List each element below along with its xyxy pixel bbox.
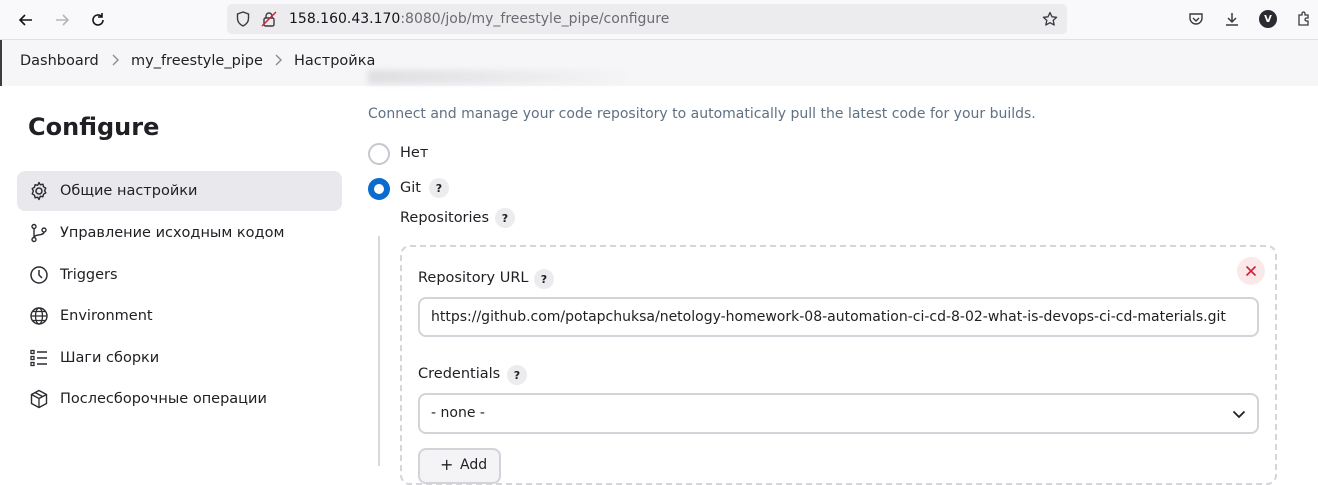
- credentials-selected-value: - none -: [431, 405, 485, 421]
- sidebar-item-label: Environment: [60, 308, 153, 324]
- radio-none-label[interactable]: Нет: [400, 145, 428, 161]
- url-host: 158.160.43.170: [289, 11, 401, 27]
- downloads-icon[interactable]: [1222, 9, 1242, 29]
- repository-block: [400, 245, 1277, 485]
- back-icon[interactable]: [13, 7, 39, 33]
- branch-icon: [28, 222, 50, 244]
- close-icon: [1245, 265, 1257, 277]
- help-credentials-icon[interactable]: ?: [507, 365, 527, 385]
- insecure-lock-icon[interactable]: [261, 11, 277, 27]
- sidebar-item-environment[interactable]: Environment: [17, 296, 342, 336]
- scm-description: Connect and manage your code repository …: [368, 106, 1036, 122]
- sidebar-item-post-build[interactable]: Послесборочные операции: [17, 379, 342, 419]
- repositories-label: Repositories: [400, 210, 490, 226]
- list-icon: [28, 347, 50, 369]
- sidebar-item-label: Triggers: [60, 267, 118, 283]
- gear-icon: [28, 180, 50, 202]
- section-heading-faded: [368, 70, 638, 84]
- package-icon: [28, 388, 50, 410]
- breadcrumb-job[interactable]: my_freestyle_pipe: [131, 53, 263, 69]
- sidebar-item-scm[interactable]: Управление исходным кодом: [17, 213, 342, 253]
- chevron-down-icon: [1231, 406, 1247, 422]
- help-repo-url-icon[interactable]: ?: [534, 269, 554, 289]
- sidebar-item-label: Послесборочные операции: [60, 391, 267, 407]
- add-credentials-button[interactable]: + Add: [418, 448, 501, 484]
- globe-icon: [28, 305, 50, 327]
- radio-git[interactable]: [368, 178, 390, 200]
- repo-url-label: Repository URL: [418, 270, 529, 286]
- add-button-label: Add: [460, 457, 488, 473]
- chevron-right-icon: [274, 54, 282, 70]
- url-path: :8080/job/my_freestyle_pipe/configure: [400, 11, 670, 27]
- sidebar-item-label: Управление исходным кодом: [60, 225, 285, 241]
- radio-git-label[interactable]: Git: [400, 180, 421, 196]
- help-git-icon[interactable]: ?: [429, 178, 449, 198]
- credentials-select[interactable]: - none -: [418, 393, 1259, 434]
- extensions-icon[interactable]: [1294, 9, 1314, 29]
- sidebar-item-general[interactable]: Общие настройки: [17, 171, 342, 211]
- browser-toolbar: 158.160.43.170:8080/job/my_freestyle_pip…: [0, 0, 1318, 40]
- repo-url-input[interactable]: https://github.com/potapchuksa/netology-…: [418, 297, 1259, 337]
- credentials-label: Credentials: [418, 366, 501, 382]
- url-text: 158.160.43.170:8080/job/my_freestyle_pip…: [289, 11, 669, 27]
- remove-repository-button[interactable]: [1237, 257, 1265, 285]
- chevron-right-icon: [111, 54, 119, 70]
- help-repositories-icon[interactable]: ?: [495, 208, 515, 228]
- forward-icon[interactable]: [49, 7, 75, 33]
- avatar-letter: V: [1259, 10, 1277, 28]
- sidebar-item-triggers[interactable]: Triggers: [17, 255, 342, 295]
- plus-icon: +: [440, 455, 454, 474]
- radio-none[interactable]: [368, 143, 390, 165]
- sidebar-item-label: Общие настройки: [60, 183, 198, 199]
- account-avatar[interactable]: V: [1258, 9, 1278, 29]
- breadcrumb: Dashboard my_freestyle_pipe Настройка: [0, 40, 1318, 86]
- clock-icon: [28, 264, 50, 286]
- page-title: Configure: [28, 113, 160, 141]
- sidebar-item-label: Шаги сборки: [60, 350, 160, 366]
- breadcrumb-configure[interactable]: Настройка: [294, 53, 375, 69]
- bookmark-star-icon[interactable]: [1042, 11, 1058, 27]
- breadcrumb-dashboard[interactable]: Dashboard: [20, 53, 99, 69]
- reload-icon[interactable]: [85, 7, 111, 33]
- shield-icon[interactable]: [235, 11, 251, 27]
- address-bar[interactable]: 158.160.43.170:8080/job/my_freestyle_pip…: [227, 4, 1067, 34]
- pocket-icon[interactable]: [1186, 9, 1206, 29]
- section-indent-line: [378, 236, 380, 466]
- sidebar-item-build-steps[interactable]: Шаги сборки: [17, 338, 342, 378]
